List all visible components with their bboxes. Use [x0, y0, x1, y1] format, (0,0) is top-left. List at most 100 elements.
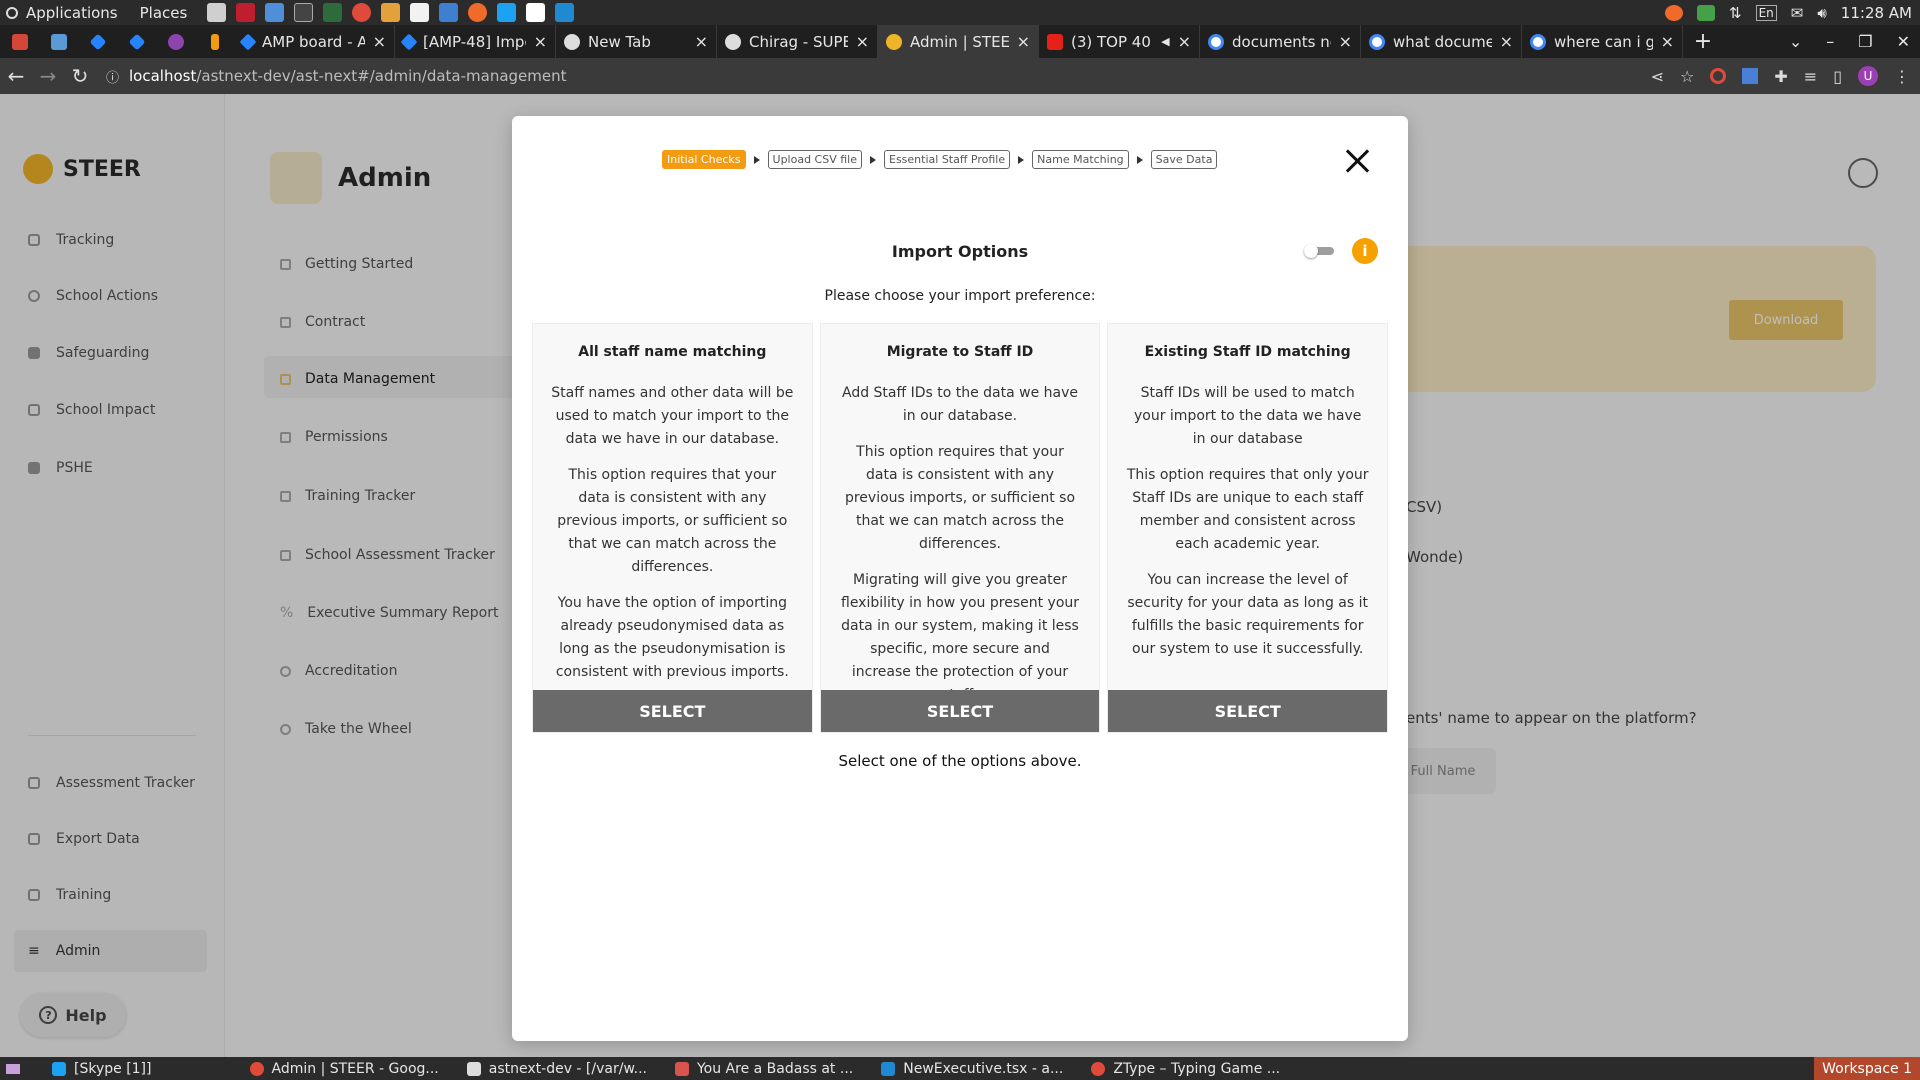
tab-amp-48[interactable]: [AMP-48] Impo × [395, 25, 556, 58]
tab-new-tab[interactable]: New Tab × [556, 25, 717, 58]
speaker-icon[interactable]: ◀︎ [1161, 35, 1169, 48]
minimize-icon[interactable]: – [1826, 32, 1834, 51]
site-info-icon[interactable]: ⓘ [106, 67, 119, 86]
filezilla-icon[interactable] [236, 3, 256, 22]
step-essential-staff-profile[interactable]: Essential Staff Profile [884, 150, 1011, 169]
restore-icon[interactable]: ❐ [1858, 32, 1872, 51]
close-icon[interactable]: × [856, 32, 869, 51]
close-icon[interactable]: × [1017, 32, 1030, 51]
import-options: All staff name matching Staff names and … [532, 323, 1389, 733]
taskbar-item-terminal[interactable]: astnext-dev - [/var/w... [453, 1061, 661, 1077]
pinned-tab-steer[interactable] [195, 25, 234, 58]
helper-text: Select one of the options above. [838, 752, 1082, 770]
select-existing-staff-id-button[interactable]: SELECT [1108, 690, 1388, 732]
postman-tray-icon[interactable] [1665, 4, 1683, 21]
applications-icon[interactable] [6, 6, 18, 19]
share-icon[interactable]: ⋖ [1651, 67, 1664, 86]
options-toggle[interactable] [1304, 244, 1334, 258]
option-paragraph: Staff names and other data will be used … [551, 385, 794, 447]
url-field[interactable]: ⓘ localhost/astnext-dev/ast-next#/admin/… [106, 67, 567, 86]
clock[interactable]: 11:28 AM [1841, 4, 1912, 22]
taskbar-label: astnext-dev - [/var/w... [488, 1060, 647, 1077]
close-icon[interactable]: × [373, 32, 386, 51]
vscode-icon[interactable] [555, 3, 575, 22]
tab-admin-steer[interactable]: Admin | STEER × [878, 25, 1039, 58]
tab-title: Admin | STEER [910, 32, 1009, 51]
step-save-data[interactable]: Save Data [1150, 150, 1218, 169]
language-indicator[interactable]: En [1755, 4, 1777, 21]
places-menu[interactable]: Places [140, 4, 188, 22]
taskbar-item-skype[interactable]: [Skype [1]] [38, 1061, 166, 1077]
skype-icon[interactable] [497, 3, 517, 22]
taskbar-label: You Are a Badass at ... [696, 1060, 854, 1077]
text-editor-icon[interactable] [410, 3, 430, 22]
puzzle-icon[interactable]: ✚ [1774, 67, 1787, 86]
translate-icon[interactable] [1742, 68, 1759, 84]
calculator-icon[interactable] [207, 3, 227, 22]
code-icon[interactable] [526, 3, 546, 22]
step-initial-checks[interactable]: Initial Checks [662, 150, 746, 169]
option-paragraph: You can increase the level of security f… [1127, 572, 1368, 657]
google-icon [1369, 33, 1385, 50]
option-title: Migrate to Staff ID [886, 344, 1034, 360]
workspace-switcher[interactable]: Workspace 1 [1814, 1057, 1920, 1080]
select-migrate-staff-id-button[interactable]: SELECT [820, 690, 1100, 732]
back-icon[interactable]: ← [0, 64, 32, 88]
pinned-tab-gmail[interactable] [0, 25, 39, 58]
taskbar-item-vscode[interactable]: NewExecutive.tsx - a... [867, 1061, 1077, 1077]
step-upload-csv[interactable]: Upload CSV file [767, 150, 862, 169]
new-tab-button[interactable]: + [1683, 29, 1723, 54]
applications-menu[interactable]: Applications [26, 4, 118, 22]
profile-avatar[interactable]: U [1858, 66, 1878, 86]
postman-icon[interactable] [468, 3, 488, 22]
taskbar-item-chrome[interactable]: Admin | STEER - Goog... [236, 1061, 453, 1077]
pinned-tab-slack[interactable] [39, 25, 78, 58]
chrome-icon[interactable] [352, 3, 372, 22]
select-name-matching-button[interactable]: SELECT [533, 690, 812, 732]
info-icon[interactable]: i [1352, 238, 1378, 264]
tab-search-icon[interactable]: ⌄ [1789, 32, 1802, 51]
show-desktop-icon[interactable] [6, 1063, 20, 1074]
extension-icon[interactable] [1710, 68, 1727, 84]
volume-icon[interactable]: 🔊︎ [1817, 4, 1826, 22]
tab-chirag[interactable]: Chirag - SUPER × [717, 25, 878, 58]
close-icon[interactable]: × [1500, 32, 1513, 51]
reload-icon[interactable]: ↻ [64, 64, 96, 88]
close-icon[interactable] [1344, 148, 1370, 174]
terminal-icon[interactable] [294, 3, 314, 22]
mail-icon[interactable]: ✉ [1791, 4, 1804, 22]
tasks-icon[interactable] [439, 3, 459, 22]
system-monitor-icon[interactable] [323, 3, 343, 22]
option-title: All staff name matching [578, 344, 767, 360]
tab-what-documents[interactable]: what docume × [1361, 25, 1522, 58]
youtube-icon [1047, 33, 1063, 50]
package-icon[interactable] [265, 3, 285, 22]
reading-list-icon[interactable]: ≡ [1804, 67, 1817, 86]
step-name-matching[interactable]: Name Matching [1032, 150, 1129, 169]
tab-title: AMP board - A [262, 32, 365, 51]
taskbar-item-pdf[interactable]: You Are a Badass at ... [661, 1061, 867, 1077]
tab-top-40[interactable]: (3) TOP 40 ◀︎ × [1039, 25, 1200, 58]
os-taskbar: [Skype [1]] Admin | STEER - Goog... astn… [0, 1057, 1920, 1080]
tab-documents[interactable]: documents ne × [1200, 25, 1361, 58]
tab-where-can-i[interactable]: where can i ge × [1522, 25, 1683, 58]
menu-kebab-icon[interactable]: ⋮ [1894, 67, 1910, 86]
forward-icon[interactable]: → [32, 64, 64, 88]
close-icon[interactable]: × [1339, 32, 1352, 51]
pinned-tab-app[interactable] [156, 25, 195, 58]
close-icon[interactable]: × [1178, 32, 1191, 51]
network-icon[interactable]: ⇅ [1729, 4, 1742, 22]
close-icon[interactable]: × [695, 32, 708, 51]
bookmark-star-icon[interactable]: ☆ [1680, 67, 1694, 86]
sidepanel-icon[interactable]: ▯ [1833, 67, 1842, 86]
pinned-tab-jira-2[interactable] [117, 25, 156, 58]
close-window-icon[interactable]: ✕ [1897, 32, 1910, 51]
update-icon[interactable] [1697, 4, 1715, 21]
close-icon[interactable]: × [534, 32, 547, 51]
taskbar-item-ztype[interactable]: ZType – Typing Game ... [1077, 1061, 1294, 1077]
folder-icon[interactable] [381, 3, 401, 22]
close-icon[interactable]: × [1661, 32, 1674, 51]
pinned-tab-jira-1[interactable] [78, 25, 117, 58]
tab-amp-board[interactable]: AMP board - A × [234, 25, 395, 58]
toggle-knob [1304, 244, 1318, 258]
